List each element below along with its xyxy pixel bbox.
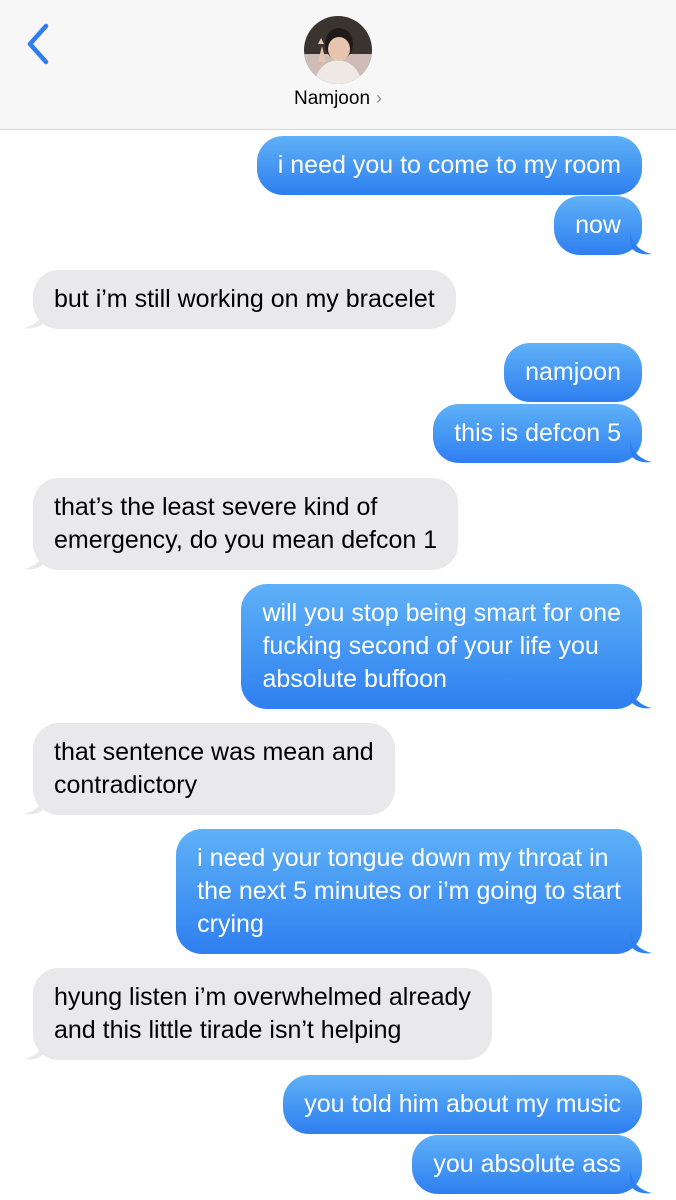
message-bubble-sent[interactable]: i need your tongue down my throat in the… [176, 829, 642, 954]
message-bubble-sent[interactable]: you absolute ass [412, 1135, 642, 1194]
bubble-tail [630, 686, 652, 709]
message-text-line: fucking second of your life you [262, 632, 599, 660]
bubble-tail [24, 547, 46, 570]
conversation-header: Namjoon › [0, 0, 676, 130]
message-text-line: absolute buffoon [262, 665, 447, 693]
message-text-line: the next 5 minutes or i’m going to start [197, 877, 621, 905]
chevron-left-icon [27, 23, 49, 65]
message-text-line: will you stop being smart for one [262, 599, 621, 627]
contact-name: Namjoon [293, 88, 371, 109]
message-text-line: emergency, do you mean defcon 1 [54, 526, 438, 554]
bubble-tail [630, 931, 652, 954]
message-text-line: that’s the least severe kind of [54, 493, 378, 521]
bubble-tail [630, 440, 652, 463]
message-text-line: hyung listen i’m overwhelmed already [54, 983, 471, 1011]
message-text: but i’m still working on my bracelet [54, 285, 435, 313]
message-bubble-sent[interactable]: this is defcon 5 [433, 404, 642, 463]
message-bubble-received[interactable]: that’s the least severe kind of emergenc… [33, 478, 459, 570]
message-text: you told him about my music [304, 1090, 621, 1118]
message-bubble-sent[interactable]: you told him about my music [283, 1075, 642, 1134]
bubble-tail [630, 232, 652, 255]
bubble-tail [630, 1171, 652, 1194]
contact-name-link[interactable]: Namjoon › [0, 88, 676, 110]
avatar[interactable] [304, 16, 372, 84]
message-bubble-received[interactable]: hyung listen i’m overwhelmed already and… [33, 968, 492, 1060]
message-text-line: and this little tirade isn’t helping [54, 1016, 402, 1044]
message-bubble-sent[interactable]: will you stop being smart for one fuckin… [241, 584, 642, 709]
message-bubble-sent[interactable]: i need you to come to my room [256, 136, 642, 195]
bubble-tail [24, 306, 46, 329]
chevron-right-icon: › [376, 88, 383, 108]
bubble-tail [24, 1037, 46, 1060]
message-text-line: that sentence was mean and [54, 738, 374, 766]
bubble-tail [24, 792, 46, 815]
message-text-line: i need your tongue down my throat in [197, 844, 609, 872]
contact-photo [304, 16, 372, 84]
message-text: i need you to come to my room [277, 151, 621, 179]
message-bubble-sent[interactable]: now [554, 196, 642, 255]
message-text: namjoon [525, 358, 621, 386]
message-text-line: crying [197, 910, 264, 938]
message-text-line: contradictory [54, 771, 198, 799]
message-bubble-sent[interactable]: namjoon [504, 343, 642, 402]
message-bubble-received[interactable]: that sentence was mean and contradictory [33, 723, 395, 815]
message-text: this is defcon 5 [454, 419, 621, 447]
message-text: now [575, 211, 621, 239]
back-button[interactable] [22, 22, 58, 66]
message-bubble-received[interactable]: but i’m still working on my bracelet [33, 270, 456, 329]
message-text: you absolute ass [433, 1150, 621, 1178]
